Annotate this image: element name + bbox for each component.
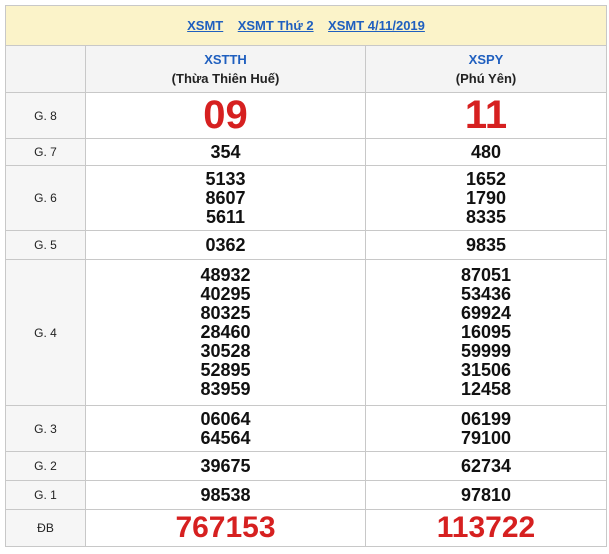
header-links: XSMT XSMT Thứ 2 XSMT 4/11/2019 [4,5,608,46]
prize-numbers: 1652 1790 8335 [364,165,608,231]
header-row: XSMT XSMT Thứ 2 XSMT 4/11/2019 [4,5,608,46]
prize-number: 30528 [200,341,251,361]
prize-number: 39675 [85,451,366,481]
prize-number: 09 [85,92,366,139]
prize-label: G. 5 [5,230,86,260]
prize-number: 52895 [200,360,251,380]
prize-number: 16095 [460,322,512,342]
province-name: (Thừa Thiên Huế) [171,71,280,86]
prize-number: 1652 [465,168,507,189]
prize-number: 80325 [200,303,251,323]
prize-row-g8: G. 8 09 11 [5,92,608,139]
prize-row-g1: G. 1 98538 97810 [5,480,608,510]
province-code: XSTTH [204,52,247,67]
prize-number: 98538 [85,480,366,510]
prize-row-g6: G. 6 5133 8607 5611 1652 1790 8335 [5,165,608,231]
prize-numbers: 48932 40295 80325 28460 30528 52895 8395… [85,259,366,406]
province-row: XSTTH (Thừa Thiên Huế) XSPY (Phú Yên) [5,45,608,93]
prize-numbers: 87051 53436 69924 16095 59999 31506 1245… [364,259,608,406]
prize-number: 11 [364,92,608,139]
prize-number: 59999 [460,341,512,361]
prize-number: 12458 [460,379,512,399]
prize-number: 83959 [200,379,251,399]
province-name: (Phú Yên) [455,71,517,86]
prize-number: 31506 [460,360,512,380]
province-corner [5,45,86,93]
link-xsmt-thu-2[interactable]: XSMT Thứ 2 [238,18,314,33]
prize-number: 69924 [460,303,512,323]
prize-row-g2: G. 2 39675 62734 [5,451,608,481]
province-code: XSPY [468,52,504,67]
prize-number: 97810 [364,480,608,510]
prize-number: 64564 [200,427,251,448]
prize-label: ĐB [5,509,86,547]
prize-number: 06199 [460,408,512,429]
prize-number: 48932 [200,265,251,285]
prize-row-special: ĐB 767153 113722 [5,509,608,547]
special-prize-number: 767153 [85,509,366,547]
prize-numbers: 06064 64564 [85,405,366,452]
prize-number: 40295 [200,284,251,304]
prize-number: 28460 [200,322,251,342]
results-container: XSMT XSMT Thứ 2 XSMT 4/11/2019 XSTTH (Th… [4,5,608,547]
link-xsmt[interactable]: XSMT [187,18,223,33]
prize-number: 0362 [85,230,366,260]
prize-label: G. 4 [5,259,86,406]
prize-label: G. 2 [5,451,86,481]
prize-row-g4: G. 4 48932 40295 80325 28460 30528 52895… [5,259,608,406]
prize-number: 79100 [460,427,512,448]
prize-label: G. 8 [5,92,86,139]
prize-number: 53436 [460,284,512,304]
prize-label: G. 1 [5,480,86,510]
prize-number: 87051 [460,265,512,285]
prize-numbers: 06199 79100 [364,405,608,452]
prize-number: 5133 [205,168,246,189]
prize-label: G. 7 [5,138,86,166]
prize-row-g5: G. 5 0362 9835 [5,230,608,260]
province-col-1: XSTTH (Thừa Thiên Huế) [85,45,366,93]
prize-numbers: 5133 8607 5611 [85,165,366,231]
link-xsmt-date[interactable]: XSMT 4/11/2019 [328,18,425,33]
prize-row-g7: G. 7 354 480 [5,138,608,166]
prize-row-g3: G. 3 06064 64564 06199 79100 [5,405,608,452]
special-prize-number: 113722 [364,509,608,547]
prize-number: 5611 [205,206,246,227]
province-col-2: XSPY (Phú Yên) [364,45,608,93]
prize-label: G. 6 [5,165,86,231]
prize-number: 8607 [205,187,246,208]
prize-number: 1790 [465,187,507,208]
prize-number: 62734 [364,451,608,481]
prize-number: 06064 [200,408,251,429]
prize-label: G. 3 [5,405,86,452]
lottery-results-table: XSMT XSMT Thứ 2 XSMT 4/11/2019 XSTTH (Th… [4,5,608,547]
prize-number: 354 [85,138,366,166]
prize-number: 8335 [465,206,507,227]
prize-number: 480 [364,138,608,166]
prize-number: 9835 [364,230,608,260]
